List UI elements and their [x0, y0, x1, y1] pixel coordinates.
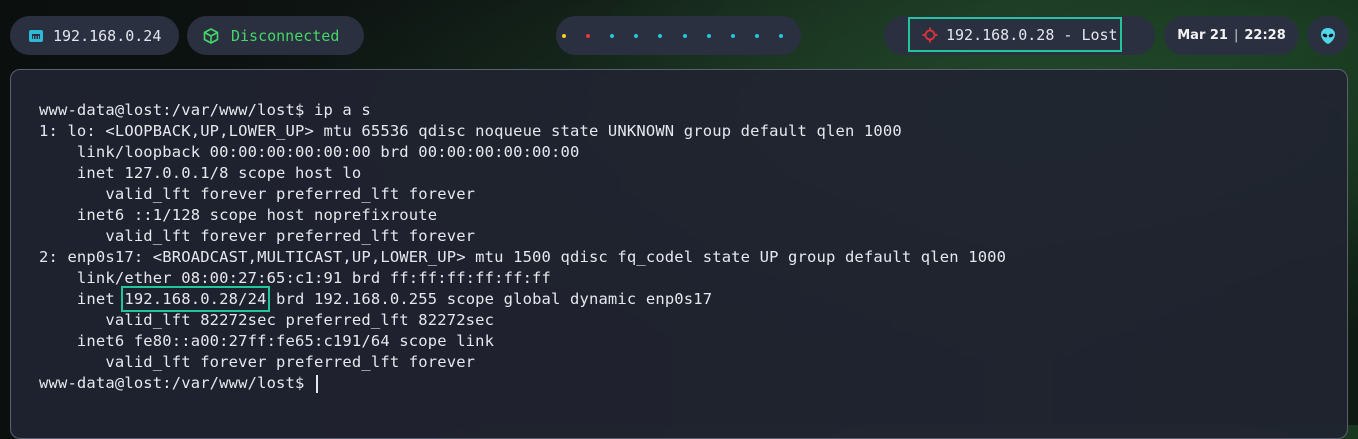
workspace-dot-1[interactable]: [562, 33, 566, 38]
top-bar: 192.168.0.24 Disconnected 192.168.0.28 -…: [0, 0, 1358, 70]
terminal-line-inet: inet 192.168.0.28/24 brd 192.168.0.255 s…: [39, 286, 1006, 312]
terminal-window[interactable]: www-data@lost:/var/www/lost$ ip a s 1: l…: [10, 69, 1348, 439]
text-cursor: [315, 374, 318, 393]
terminal-line: valid_lft 82272sec preferred_lft 82272se…: [39, 311, 495, 329]
shell-prompt: www-data@lost:/var/www/lost$: [39, 374, 314, 392]
crosshair-icon: [922, 27, 938, 43]
terminal-line: inet6 fe80::a00:27ff:fe65:c191/64 scope …: [39, 332, 495, 350]
workspace-dot-4[interactable]: [634, 33, 639, 38]
terminal-line: valid_lft forever preferred_lft forever: [39, 353, 476, 371]
alien-icon: [1319, 27, 1337, 45]
terminal-output: www-data@lost:/var/www/lost$ ip a s 1: l…: [39, 100, 1006, 394]
terminal-line: 1: lo: <LOOPBACK,UP,LOWER_UP> mtu 65536 …: [39, 122, 902, 140]
local-ip-widget[interactable]: 192.168.0.24: [10, 16, 179, 55]
workspace-dot-5[interactable]: [658, 33, 663, 38]
workspace-dot-6[interactable]: [682, 33, 687, 38]
terminal-prompt-line[interactable]: www-data@lost:/var/www/lost$: [39, 373, 1006, 394]
workspace-dot-10[interactable]: [778, 33, 783, 38]
clock-date: Mar 21: [1177, 28, 1228, 43]
target-widget[interactable]: 192.168.0.28 - Lost: [884, 16, 1155, 55]
terminal-line: inet6 ::1/128 scope host noprefixroute: [39, 206, 438, 224]
workspace-dot-8[interactable]: [730, 33, 735, 38]
workspace-dot-2[interactable]: [586, 33, 591, 38]
menu-button[interactable]: [1307, 16, 1349, 55]
clock-separator: |: [1233, 28, 1239, 43]
target-label: 192.168.0.28 - Lost: [946, 25, 1118, 44]
workspace-dot-7[interactable]: [706, 33, 711, 38]
terminal-line: inet 127.0.0.1/8 scope host lo: [39, 164, 362, 182]
vpn-status-widget[interactable]: Disconnected: [187, 16, 364, 55]
inet-address-highlight: 192.168.0.28/24: [121, 286, 270, 312]
clock-time: 22:28: [1244, 28, 1286, 43]
terminal-line: link/loopback 00:00:00:00:00:00 brd 00:0…: [39, 143, 580, 161]
ethernet-icon: [28, 28, 44, 44]
terminal-line: valid_lft forever preferred_lft forever: [39, 185, 476, 203]
cube-icon: [203, 27, 219, 44]
local-ip-label: 192.168.0.24: [53, 26, 162, 45]
workspace-dot-9[interactable]: [754, 33, 759, 38]
terminal-line: valid_lft forever preferred_lft forever: [39, 227, 476, 245]
inet-prefix: inet: [39, 290, 125, 308]
target-highlight: 192.168.0.28 - Lost: [908, 17, 1122, 52]
inet-suffix: brd 192.168.0.255 scope global dynamic e…: [266, 290, 713, 308]
terminal-line: 2: enp0s17: <BROADCAST,MULTICAST,UP,LOWE…: [39, 248, 1007, 266]
vpn-status-label: Disconnected: [231, 26, 340, 45]
clock-widget[interactable]: Mar 21 | 22:28: [1164, 16, 1299, 55]
workspace-dot-3[interactable]: [610, 33, 615, 38]
workspace-indicator[interactable]: [556, 16, 801, 55]
terminal-line: www-data@lost:/var/www/lost$ ip a s: [39, 101, 371, 119]
